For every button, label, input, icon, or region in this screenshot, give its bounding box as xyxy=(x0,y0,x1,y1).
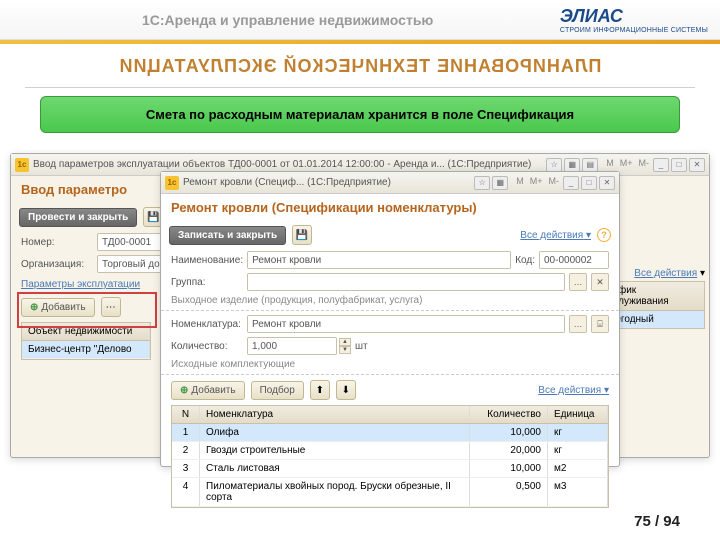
add-button[interactable]: ⊕Добавить xyxy=(21,298,95,317)
code-field[interactable]: 00-000002 xyxy=(539,251,609,269)
th-n: N xyxy=(172,406,200,423)
max-icon[interactable]: □ xyxy=(671,158,687,172)
nomen-field[interactable]: Ремонт кровли xyxy=(247,315,565,333)
name-label: Наименование: xyxy=(171,255,243,266)
org-field[interactable]: Торговый до xyxy=(97,255,167,273)
save-close-button[interactable]: Записать и закрыть xyxy=(169,226,286,245)
table-row[interactable]: 2Гвозди строительные20,000кг xyxy=(172,442,608,460)
separator-line xyxy=(25,87,695,88)
more-button[interactable]: ⋯ xyxy=(101,297,121,317)
org-label: Организация: xyxy=(21,259,93,270)
front-window: 1c Ремонт кровли (Специф... (1С:Предприя… xyxy=(160,171,620,467)
group-field[interactable] xyxy=(247,273,565,291)
product-name: 1С:Аренда и управление недвижимостью xyxy=(142,12,433,28)
slide-title: ПЛАНИРОВАНИЕ ТЕХНИЧЕСКОЙ ЭКСПЛУАТАЦИИ xyxy=(40,56,680,77)
save-button[interactable]: 💾 xyxy=(292,225,312,245)
qty-label: Количество: xyxy=(171,341,243,352)
object-cell[interactable]: Бизнес-центр "Делово xyxy=(22,341,150,358)
qty-field[interactable]: 1,000 xyxy=(247,337,337,355)
front-doc-header: Ремонт кровли (Спецификации номенклатуры… xyxy=(161,194,619,221)
number-field[interactable]: ТД00-0001 xyxy=(97,233,167,251)
table-row[interactable]: 4Пиломатериалы хвойных пород. Бруски обр… xyxy=(172,478,608,507)
back-window-title: Ввод параметров эксплуатации объектов ТД… xyxy=(33,159,531,170)
unit-label: шт xyxy=(355,341,368,352)
spin-down-icon: ▼ xyxy=(339,346,351,354)
post-close-button[interactable]: Провести и закрыть xyxy=(19,208,137,227)
help-icon[interactable]: ? xyxy=(597,228,611,242)
spinner[interactable]: ▲▼ xyxy=(339,338,351,354)
pick-button[interactable]: Подбор xyxy=(251,381,304,400)
m-btn[interactable]: M xyxy=(604,158,616,172)
top-bar: 1С:Аренда и управление недвижимостью ЭЛИ… xyxy=(0,0,720,40)
nomen-label: Номенклатура: xyxy=(171,319,243,330)
clear-button[interactable]: ✕ xyxy=(591,273,609,291)
lookup-button[interactable]: … xyxy=(569,273,587,291)
fav-icon[interactable]: ☆ xyxy=(546,158,562,172)
all-actions-link[interactable]: Все действия ▾ xyxy=(520,230,591,241)
output-section-label: Выходное изделие (продукция, полуфабрика… xyxy=(161,293,619,308)
table-row[interactable]: 3Сталь листовая10,000м2 xyxy=(172,460,608,478)
calc-icon[interactable]: ▤ xyxy=(582,158,598,172)
components-table: N Номенклатура Количество Единица 1Олифа… xyxy=(171,405,609,508)
all-actions-link[interactable]: Все действия ▾ xyxy=(538,385,609,396)
screenshot-stage: 1c Ввод параметров эксплуатации объектов… xyxy=(10,153,710,483)
grid-icon[interactable]: ▦ xyxy=(564,158,580,172)
code-label: Код: xyxy=(515,255,535,266)
min-icon[interactable]: _ xyxy=(563,176,579,190)
spin-up-icon: ▲ xyxy=(339,338,351,346)
components-section-label: Исходные комплектующие xyxy=(161,357,619,372)
logo-subtitle: СТРОИМ ИНФОРМАЦИОННЫЕ СИСТЕМЫ xyxy=(560,27,708,34)
app-icon: 1c xyxy=(165,176,179,190)
table-row[interactable]: 1Олифа10,000кг xyxy=(172,424,608,442)
vendor-logo: ЭЛИАС СТРОИМ ИНФОРМАЦИОННЫЕ СИСТЕМЫ xyxy=(560,6,708,34)
plus-icon: ⊕ xyxy=(30,302,38,313)
min-icon[interactable]: _ xyxy=(653,158,669,172)
front-titlebar: 1c Ремонт кровли (Специф... (1С:Предприя… xyxy=(161,172,619,194)
max-icon[interactable]: □ xyxy=(581,176,597,190)
add-button[interactable]: ⊕Добавить xyxy=(171,381,245,400)
name-field[interactable]: Ремонт кровли xyxy=(247,251,511,269)
zoom-controls: M M+ M- xyxy=(604,158,651,172)
mplus-btn[interactable]: M+ xyxy=(618,158,635,172)
mminus-btn[interactable]: M- xyxy=(637,158,652,172)
down-button[interactable]: ⬇ xyxy=(336,380,356,400)
logo-text: ЭЛИАС xyxy=(560,6,708,27)
number-label: Номер: xyxy=(21,237,93,248)
lookup-button[interactable]: … xyxy=(569,315,587,333)
th-name: Номенклатура xyxy=(200,406,470,423)
close-icon[interactable]: ✕ xyxy=(689,158,705,172)
slide-heading-wrap: ПЛАНИРОВАНИЕ ТЕХНИЧЕСКОЙ ЭКСПЛУАТАЦИИ xyxy=(0,44,720,83)
page-number: 75 / 94 xyxy=(634,513,680,530)
th-qty: Количество xyxy=(470,406,548,423)
grid-icon[interactable]: ▦ xyxy=(492,176,508,190)
fav-icon[interactable]: ☆ xyxy=(474,176,490,190)
info-banner: Смета по расходным материалам хранится в… xyxy=(40,96,680,133)
col-object: Объект недвижимости xyxy=(22,323,150,340)
all-actions-link[interactable]: Все действия xyxy=(634,268,697,279)
th-unit: Единица xyxy=(548,406,608,423)
app-icon: 1c xyxy=(15,158,29,172)
close-icon[interactable]: ✕ xyxy=(599,176,615,190)
group-label: Группа: xyxy=(171,277,243,288)
plus-icon: ⊕ xyxy=(180,385,188,396)
up-button[interactable]: ⬆ xyxy=(310,380,330,400)
front-window-title: Ремонт кровли (Специф... (1С:Предприятие… xyxy=(183,177,391,188)
open-button[interactable]: ⌸ xyxy=(591,315,609,333)
